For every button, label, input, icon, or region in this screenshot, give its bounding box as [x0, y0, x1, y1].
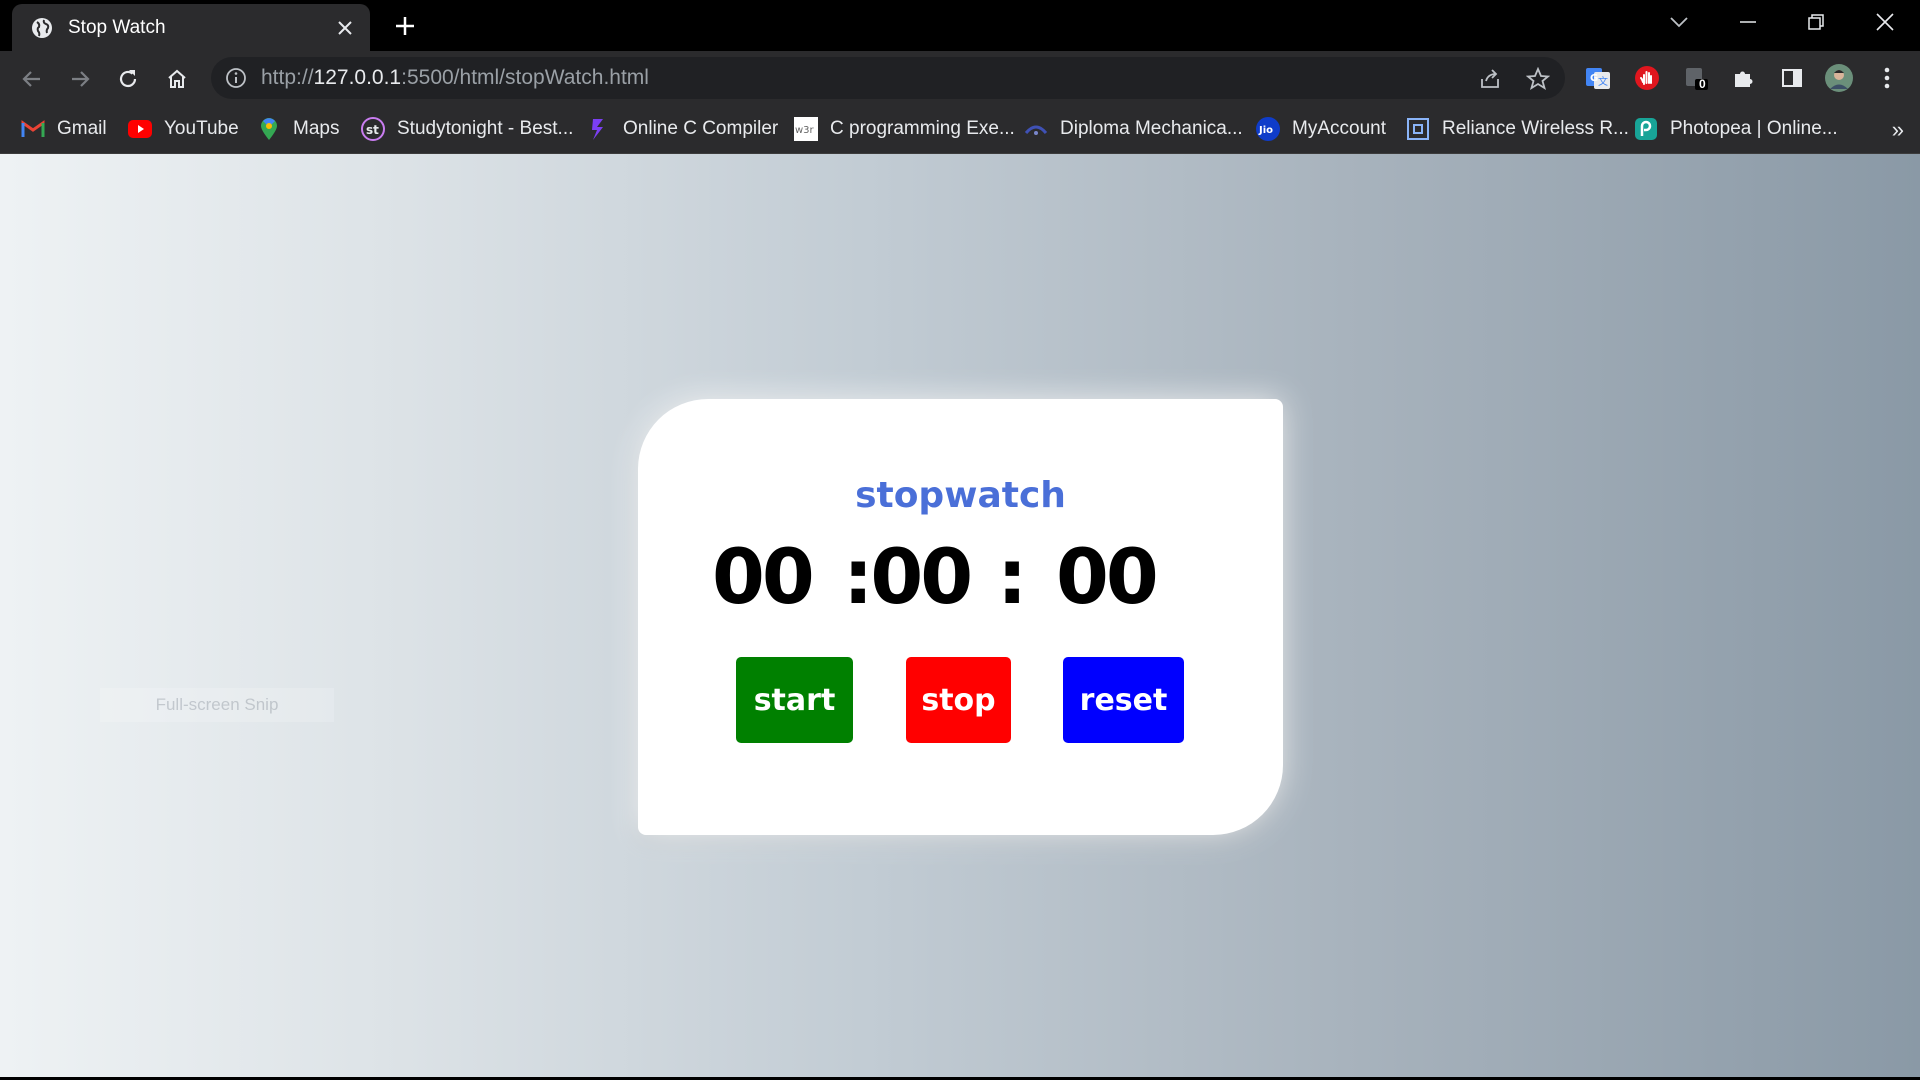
url-text: http://127.0.0.1:5500/html/stopWatch.htm…: [261, 66, 649, 90]
url-scheme: http://: [261, 66, 314, 89]
minimize-icon[interactable]: [1733, 10, 1763, 34]
restore-icon[interactable]: [1801, 10, 1831, 34]
title-bar: Stop Watch: [0, 0, 1920, 51]
svg-text:st: st: [366, 123, 379, 137]
bookmark-studytonight[interactable]: st Studytonight - Best...: [361, 115, 573, 143]
page-content: Full-screen Snip stopwatch 00 :00 : 00 s…: [0, 154, 1920, 1080]
w3r-icon: w3r: [794, 117, 818, 141]
reset-button[interactable]: reset: [1063, 657, 1184, 743]
bookmark-online-c-compiler[interactable]: Online C Compiler: [587, 115, 778, 143]
forward-icon[interactable]: [65, 64, 95, 94]
url-host: 127.0.0.1: [313, 66, 402, 89]
bookmark-label: Reliance Wireless R...: [1442, 118, 1629, 139]
bookmark-label: C programming Exe...: [830, 118, 1015, 139]
gmail-icon: [21, 117, 45, 141]
bookmarks-bar: Gmail YouTube Maps st Studytonight - Bes…: [0, 105, 1920, 154]
start-button[interactable]: start: [736, 657, 853, 743]
browser-toolbar: http://127.0.0.1:5500/html/stopWatch.htm…: [0, 51, 1920, 105]
share-icon[interactable]: [1477, 66, 1503, 92]
bookmark-myaccount[interactable]: Jio MyAccount: [1256, 115, 1386, 143]
bookmark-label: Studytonight - Best...: [397, 118, 574, 139]
bookmark-label: MyAccount: [1292, 118, 1386, 139]
bookmark-gmail[interactable]: Gmail: [21, 115, 107, 143]
bookmark-label: Diploma Mechanica...: [1060, 118, 1243, 139]
bookmark-label: Maps: [293, 118, 340, 139]
stopwatch-card: stopwatch 00 :00 : 00 start stop reset: [638, 399, 1283, 835]
puzzle-icon[interactable]: [1729, 63, 1759, 93]
url-path: :5500/html/stopWatch.html: [401, 66, 649, 89]
globe-icon: [32, 17, 52, 38]
browser-tab[interactable]: Stop Watch: [12, 4, 370, 51]
side-panel-icon[interactable]: [1777, 63, 1807, 93]
extension-badge-count: 0: [1699, 77, 1706, 91]
stop-button[interactable]: stop: [906, 657, 1011, 743]
svg-text:w3r: w3r: [795, 125, 815, 136]
bookmark-label: YouTube: [164, 118, 239, 139]
bookmark-label: Photopea | Online...: [1670, 118, 1838, 139]
back-icon[interactable]: [17, 64, 47, 94]
tab-search-icon[interactable]: [1664, 10, 1694, 34]
youtube-icon: [128, 117, 152, 141]
studytonight-icon: st: [361, 117, 385, 141]
seconds-display: 00: [1056, 532, 1159, 621]
stopwatch-title: stopwatch: [855, 475, 1066, 516]
profile-avatar-icon[interactable]: [1824, 63, 1854, 93]
bookmark-photopea[interactable]: Photopea | Online...: [1634, 115, 1838, 143]
snip-overlay-text: Full-screen Snip: [100, 688, 334, 722]
bookmark-youtube[interactable]: YouTube: [128, 115, 239, 143]
site-info-icon[interactable]: [225, 67, 247, 89]
svg-text:Jio: Jio: [1258, 125, 1273, 136]
hours-display: 00: [712, 532, 815, 621]
bookmark-c-programming[interactable]: w3r C programming Exe...: [794, 115, 1015, 143]
new-tab-icon[interactable]: [391, 12, 419, 40]
bookmark-diploma[interactable]: Diploma Mechanica...: [1024, 115, 1243, 143]
close-window-icon[interactable]: [1870, 10, 1900, 34]
diploma-icon: [1024, 117, 1048, 141]
adblock-hand-icon[interactable]: [1632, 63, 1662, 93]
minutes-display: :00: [843, 532, 973, 621]
bookmark-label: Gmail: [57, 118, 107, 139]
more-bookmarks-icon[interactable]: »: [1892, 117, 1904, 143]
time-separator: :: [997, 532, 1027, 621]
svg-text:G: G: [1590, 73, 1598, 84]
tab-title: Stop Watch: [68, 16, 166, 38]
bookmark-maps[interactable]: Maps: [257, 115, 339, 143]
browser-menu-icon[interactable]: [1872, 63, 1902, 93]
home-icon[interactable]: [162, 64, 192, 94]
svg-text:文: 文: [1598, 75, 1608, 88]
maps-icon: [257, 117, 281, 141]
jio-icon: Jio: [1256, 117, 1280, 141]
compiler-icon: [587, 117, 611, 141]
google-translate-icon[interactable]: G文: [1583, 63, 1613, 93]
reliance-icon: [1406, 117, 1430, 141]
photopea-icon: [1634, 117, 1658, 141]
bookmark-label: Online C Compiler: [623, 118, 779, 139]
bookmark-star-icon[interactable]: [1525, 66, 1551, 92]
tab-close-icon[interactable]: [334, 17, 356, 39]
bookmark-reliance-wireless[interactable]: Reliance Wireless R...: [1406, 115, 1629, 143]
reload-icon[interactable]: [113, 64, 143, 94]
address-bar[interactable]: http://127.0.0.1:5500/html/stopWatch.htm…: [211, 57, 1565, 99]
extension-badge-icon[interactable]: 0: [1681, 63, 1711, 93]
